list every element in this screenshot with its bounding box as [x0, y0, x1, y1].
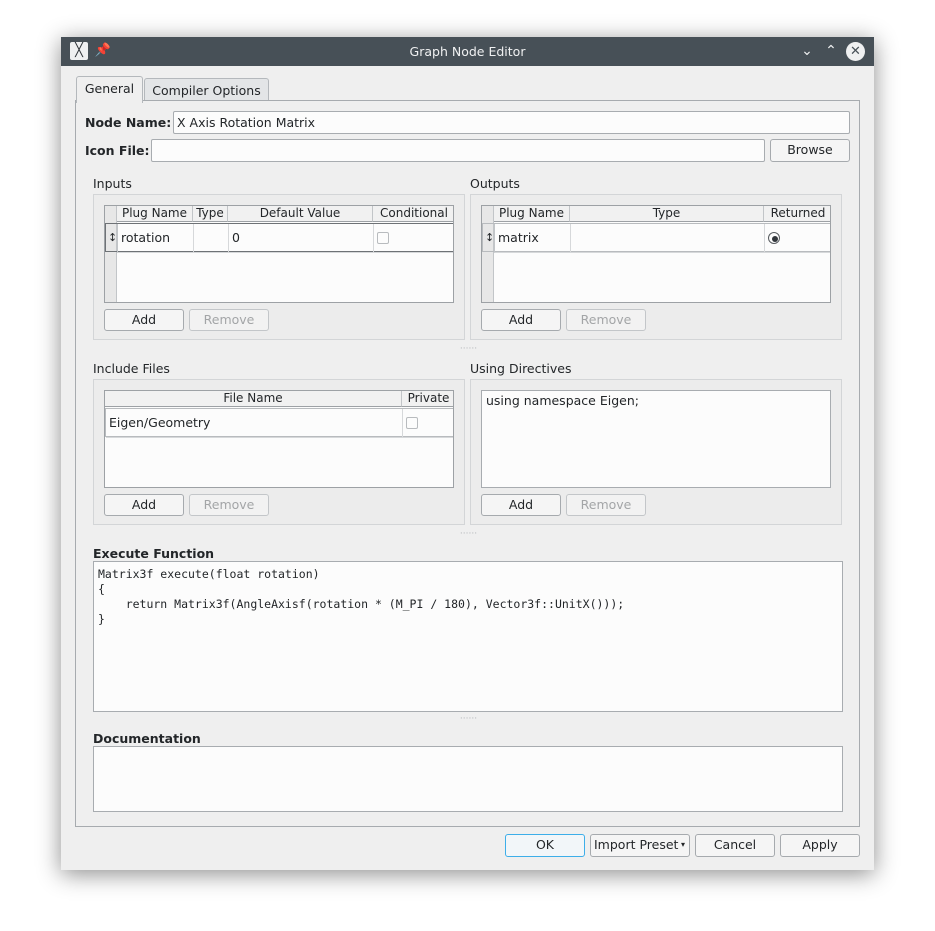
drag-handle-icon[interactable]: ↕	[106, 224, 118, 253]
include-private-cell[interactable]	[403, 409, 453, 438]
inputs-add-button[interactable]: Add	[104, 309, 184, 331]
documentation-title: Documentation	[93, 731, 201, 746]
node-name-input[interactable]: X Axis Rotation Matrix	[173, 111, 850, 134]
input-plug-name-cell[interactable]: rotation	[118, 224, 194, 253]
outputs-col-plug-name[interactable]: Plug Name	[494, 206, 570, 222]
include-file-name-cell[interactable]: Eigen/Geometry	[106, 409, 403, 438]
apply-button[interactable]: Apply	[780, 834, 860, 857]
splitter-handle-1[interactable]: ······	[76, 344, 861, 354]
minimize-chevron-icon[interactable]: ⌄	[798, 42, 816, 60]
inputs-title: Inputs	[93, 176, 132, 191]
execute-function-code: Matrix3f execute(float rotation) { retur…	[98, 567, 625, 626]
outputs-group: Plug Name Type Returned ↕ matrix Add Rem…	[470, 194, 842, 340]
using-directives-title: Using Directives	[470, 361, 572, 376]
outputs-row-header-filler	[482, 252, 494, 302]
inputs-table[interactable]: Plug Name Type Default Value Conditional…	[104, 205, 454, 303]
drag-handle-icon[interactable]: ↕	[483, 224, 495, 253]
maximize-chevron-icon[interactable]: ⌃	[822, 42, 840, 60]
window-title: Graph Node Editor	[409, 44, 526, 59]
radio-selected-dot	[772, 236, 778, 242]
icon-file-label: Icon File:	[85, 143, 150, 158]
output-returned-cell[interactable]	[765, 224, 830, 253]
general-tab-pane: Node Name: X Axis Rotation Matrix Icon F…	[75, 100, 860, 827]
outputs-table[interactable]: Plug Name Type Returned ↕ matrix	[481, 205, 831, 303]
tab-general[interactable]: General	[76, 76, 143, 103]
graph-node-editor-window: ╳ 📌 Graph Node Editor ⌄ ⌃ ✕ General Comp…	[61, 37, 874, 870]
inputs-group: Plug Name Type Default Value Conditional…	[93, 194, 465, 340]
cancel-button[interactable]: Cancel	[695, 834, 775, 857]
inputs-remove-button[interactable]: Remove	[189, 309, 269, 331]
ok-button[interactable]: OK	[505, 834, 585, 857]
outputs-col-returned[interactable]: Returned	[764, 206, 830, 222]
output-plug-name-cell[interactable]: matrix	[495, 224, 571, 253]
input-type-cell[interactable]	[194, 224, 229, 253]
documentation-editor[interactable]	[93, 746, 843, 812]
outputs-remove-button[interactable]: Remove	[566, 309, 646, 331]
output-type-cell[interactable]	[571, 224, 765, 253]
using-directives-editor[interactable]: using namespace Eigen;	[481, 390, 831, 488]
browse-button[interactable]: Browse	[770, 139, 850, 162]
inputs-col-plug-name[interactable]: Plug Name	[117, 206, 193, 222]
returned-radio[interactable]	[768, 232, 780, 244]
include-files-group: File Name Private Eigen/Geometry Add Rem…	[93, 379, 465, 525]
include-col-file-name[interactable]: File Name	[105, 391, 402, 407]
private-checkbox[interactable]	[406, 417, 418, 429]
import-preset-label: Import Preset	[594, 837, 679, 852]
using-remove-button[interactable]: Remove	[566, 494, 646, 516]
using-add-button[interactable]: Add	[481, 494, 561, 516]
inputs-row-header-filler	[105, 252, 117, 302]
close-icon[interactable]: ✕	[846, 42, 865, 61]
splitter-handle-3[interactable]: ······	[76, 714, 861, 724]
include-add-button[interactable]: Add	[104, 494, 184, 516]
inputs-col-type[interactable]: Type	[193, 206, 228, 222]
using-directives-text: using namespace Eigen;	[486, 393, 639, 408]
inputs-col-default-value[interactable]: Default Value	[228, 206, 373, 222]
include-files-title: Include Files	[93, 361, 170, 376]
titlebar[interactable]: ╳ 📌 Graph Node Editor ⌄ ⌃ ✕	[61, 37, 874, 66]
input-conditional-cell[interactable]	[374, 224, 453, 253]
execute-function-editor[interactable]: Matrix3f execute(float rotation) { retur…	[93, 561, 843, 712]
inputs-col-conditional[interactable]: Conditional	[373, 206, 453, 222]
import-preset-button[interactable]: Import Preset ▾	[590, 834, 690, 857]
include-files-table[interactable]: File Name Private Eigen/Geometry	[104, 390, 454, 488]
table-row[interactable]: ↕ matrix	[482, 223, 830, 253]
node-name-label: Node Name:	[85, 115, 172, 130]
outputs-title: Outputs	[470, 176, 520, 191]
icon-file-input[interactable]	[151, 139, 765, 162]
splitter-handle-2[interactable]: ······	[76, 529, 861, 539]
include-remove-button[interactable]: Remove	[189, 494, 269, 516]
conditional-checkbox[interactable]	[377, 232, 389, 244]
outputs-add-button[interactable]: Add	[481, 309, 561, 331]
include-col-private[interactable]: Private	[402, 391, 453, 407]
using-directives-group: using namespace Eigen; Add Remove	[470, 379, 842, 525]
execute-function-title: Execute Function	[93, 546, 215, 561]
dropdown-arrow-icon: ▾	[680, 840, 685, 849]
table-row[interactable]: ↕ rotation 0	[105, 223, 453, 253]
table-row[interactable]: Eigen/Geometry	[105, 408, 453, 438]
input-default-value-cell[interactable]: 0	[229, 224, 374, 253]
outputs-col-type[interactable]: Type	[570, 206, 764, 222]
